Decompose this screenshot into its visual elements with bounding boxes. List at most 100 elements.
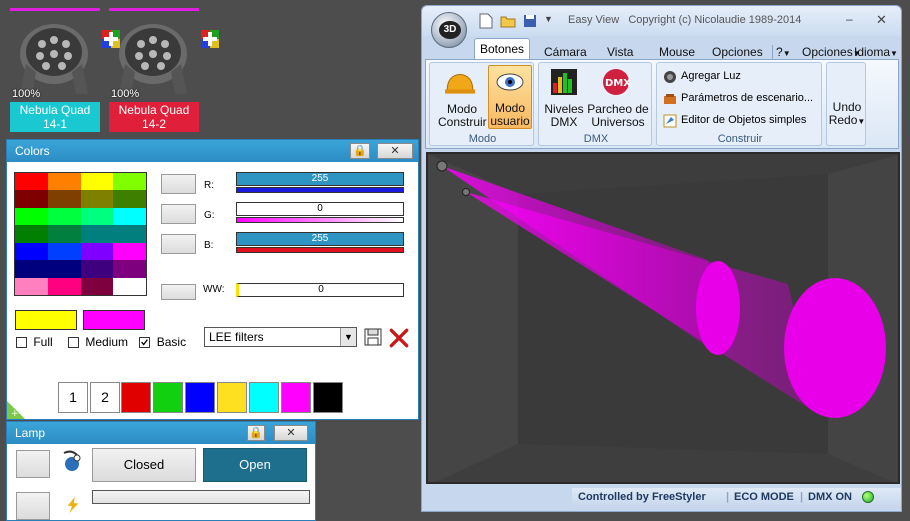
g-label: G: — [204, 210, 215, 221]
palette-swatch[interactable] — [113, 260, 146, 278]
red-channel-button[interactable] — [161, 174, 196, 194]
new-file-icon[interactable] — [479, 13, 493, 29]
palette-swatch[interactable] — [47, 173, 81, 191]
preset-color-green[interactable] — [153, 382, 183, 413]
palette-swatch[interactable] — [15, 277, 48, 295]
palette-swatch[interactable] — [113, 190, 146, 208]
palette-swatch[interactable] — [113, 173, 146, 191]
palette-swatch[interactable] — [113, 242, 146, 261]
preset-2-button[interactable]: 2 — [90, 382, 120, 413]
power-button[interactable] — [16, 492, 50, 520]
fixture-1[interactable]: 100% Nebula Quad 14-1 — [10, 8, 120, 132]
help-menu[interactable]: ?▼ — [772, 45, 791, 59]
palette-swatch[interactable] — [80, 260, 114, 278]
palette-swatch[interactable] — [80, 207, 114, 226]
resize-grip-icon[interactable]: + — [7, 399, 27, 419]
niveles-dmx-button[interactable]: Niveles DMX — [543, 103, 585, 129]
current-color-swatch-b[interactable] — [83, 310, 145, 330]
palette-swatch[interactable] — [15, 173, 48, 191]
hard-hat-icon — [445, 73, 475, 94]
app-logo-button[interactable]: 3D — [431, 12, 467, 48]
preset-color-red[interactable] — [121, 382, 151, 413]
lock-button[interactable]: 🔒 — [350, 143, 370, 159]
palette-swatch[interactable] — [80, 277, 114, 295]
eco-mode-text[interactable]: ECO MODE — [734, 491, 794, 503]
preset-color-magenta[interactable] — [281, 382, 311, 413]
preset-color-yellow[interactable] — [217, 382, 247, 413]
preset-color-cyan[interactable] — [249, 382, 279, 413]
close-button[interactable]: ✕ — [274, 425, 308, 441]
b-level-bar — [236, 247, 404, 253]
color-plus-icon — [201, 30, 219, 48]
open-button[interactable]: Open — [203, 448, 307, 482]
closed-button[interactable]: Closed — [92, 448, 196, 482]
current-color-swatch-a[interactable] — [15, 310, 77, 330]
palette-swatch[interactable] — [15, 225, 48, 243]
b-slider[interactable]: 255 — [236, 232, 404, 246]
close-button[interactable]: ✕ — [377, 143, 413, 159]
palette-swatch[interactable] — [80, 173, 114, 191]
palette-swatch[interactable] — [80, 225, 114, 243]
filter-select[interactable]: LEE filters ▼ — [204, 327, 357, 347]
palette-swatch[interactable] — [47, 207, 81, 226]
palette-swatch[interactable] — [47, 190, 81, 208]
parametros-button[interactable]: Parámetros de escenario... — [681, 92, 813, 104]
tab-mouse[interactable]: Mouse — [659, 45, 695, 59]
palette-swatch[interactable] — [15, 260, 48, 278]
chevron-down-icon[interactable]: ▼ — [340, 328, 356, 346]
minimize-button[interactable]: – — [846, 12, 860, 26]
lamp-button[interactable] — [16, 450, 50, 478]
lock-button[interactable]: 🔒 — [247, 425, 265, 441]
fixture-2[interactable]: 100% Nebula Quad 14-2 — [109, 8, 219, 132]
g-slider[interactable]: 0 — [236, 202, 404, 216]
medium-checkbox[interactable] — [68, 337, 80, 349]
tab-vista[interactable]: Vista — [607, 45, 633, 59]
palette-swatch[interactable] — [113, 207, 146, 226]
3d-viewport[interactable] — [426, 152, 900, 484]
modo-construir-button[interactable]: Modo Construir — [438, 103, 487, 129]
dmx-on-text[interactable]: DMX ON — [808, 491, 852, 503]
close-button[interactable]: ✕ — [876, 12, 890, 27]
palette-swatch[interactable] — [113, 277, 146, 295]
save-icon[interactable] — [364, 328, 382, 346]
tab-botones[interactable]: Botones e — [474, 38, 530, 76]
modo-group: Modo Construir Modo usuario Modo — [429, 62, 534, 146]
palette-swatch[interactable] — [47, 242, 81, 261]
ww-channel-button[interactable] — [161, 284, 196, 300]
blue-channel-button[interactable] — [161, 234, 196, 254]
modo-usuario-button[interactable]: Modo usuario — [488, 65, 532, 129]
parcheo-button[interactable]: Parcheo de Universos — [585, 103, 651, 129]
editor-objetos-button[interactable]: Editor de Objetos simples — [681, 114, 806, 126]
3d-logo: 3D — [439, 21, 461, 39]
undo-redo-button[interactable]: Undo Redo▼ — [826, 62, 866, 146]
qat-dropdown[interactable]: ▼ — [544, 14, 553, 24]
preset-color-blue[interactable] — [185, 382, 215, 413]
lamp-bulb-icon — [63, 450, 81, 471]
palette-swatch[interactable] — [15, 190, 48, 208]
basic-checkbox[interactable] — [139, 337, 151, 349]
agregar-luz-button[interactable]: Agregar Luz — [681, 70, 741, 82]
ww-slider[interactable]: 0 — [236, 283, 404, 297]
palette-swatch[interactable] — [15, 242, 48, 261]
palette-swatch[interactable] — [80, 242, 114, 261]
delete-icon[interactable] — [388, 327, 410, 349]
idioma-menu[interactable]: Idioma▼ — [854, 45, 898, 59]
tab-camara[interactable]: Cámara — [544, 45, 587, 59]
palette-swatch[interactable] — [15, 207, 48, 226]
palette-swatch[interactable] — [47, 260, 81, 278]
palette-swatch[interactable] — [113, 225, 146, 243]
preset-color-black[interactable] — [313, 382, 343, 413]
green-channel-button[interactable] — [161, 204, 196, 224]
full-checkbox[interactable] — [16, 337, 27, 349]
save-icon[interactable] — [523, 14, 537, 28]
preset-1-button[interactable]: 1 — [58, 382, 88, 413]
palette-swatch[interactable] — [47, 277, 81, 295]
palette-swatch[interactable] — [80, 190, 114, 208]
opciones-menu[interactable]: Opciones▼ — [802, 45, 861, 59]
r-slider[interactable]: 255 — [236, 172, 404, 186]
tab-opciones[interactable]: Opciones — [712, 45, 763, 59]
object-editor-icon — [663, 114, 677, 128]
palette-swatch[interactable] — [47, 225, 81, 243]
open-folder-icon[interactable] — [500, 14, 516, 28]
dmx-group-label: DMX — [583, 133, 609, 145]
